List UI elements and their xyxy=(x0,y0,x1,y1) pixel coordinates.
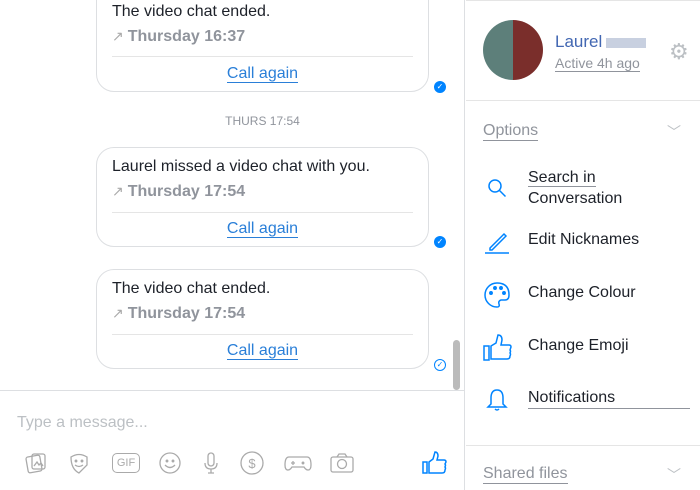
seen-check-icon: ✓ xyxy=(434,81,446,93)
message-input[interactable] xyxy=(17,414,437,432)
call-again-link[interactable]: Call again xyxy=(97,220,428,238)
gif-icon[interactable]: GIF xyxy=(111,450,141,476)
thumbs-up-icon xyxy=(482,334,512,361)
search-icon xyxy=(482,175,512,201)
seen-check-icon: ✓ xyxy=(434,236,446,248)
camera-icon[interactable] xyxy=(329,450,355,476)
message-text: The video chat ended. xyxy=(112,280,271,297)
option-search-in-conversation[interactable]: Search in Conversation xyxy=(482,167,692,209)
microphone-icon[interactable] xyxy=(198,450,224,476)
message-time: ↗ Thursday 17:54 xyxy=(112,183,246,200)
gear-icon[interactable]: ⚙ xyxy=(669,39,689,65)
call-again-link[interactable]: Call again xyxy=(97,65,428,83)
timestamp-divider: THURS 17:54 xyxy=(225,114,300,128)
message-bubble: The video chat ended. ↗ Thursday 16:37 Ca… xyxy=(96,0,429,92)
scrollbar[interactable] xyxy=(453,340,460,390)
message-text: The video chat ended. xyxy=(112,3,271,20)
option-notifications[interactable]: Notifications xyxy=(482,387,692,413)
chevron-down-icon[interactable]: ﹀ xyxy=(667,465,681,485)
message-bubble: Laurel missed a video chat with you. ↗ Th… xyxy=(96,147,429,247)
conversation-panel: The video chat ended. ↗ Thursday 16:37 Ca… xyxy=(0,0,465,490)
sent-check-icon: ✓ xyxy=(434,359,446,371)
photo-icon[interactable] xyxy=(23,450,49,476)
chevron-down-icon[interactable]: ﹀ xyxy=(667,122,681,142)
message-text: Laurel missed a video chat with you. xyxy=(112,158,370,175)
bell-icon xyxy=(482,387,512,413)
message-bubble: The video chat ended. ↗ Thursday 17:54 Ca… xyxy=(96,269,429,369)
option-change-emoji[interactable]: Change Emoji xyxy=(482,334,692,361)
pencil-icon xyxy=(482,229,512,255)
palette-icon xyxy=(482,282,512,308)
conversation-info-panel: Laurel Active 4h ago ⚙ Options ﹀ Search … xyxy=(466,0,700,490)
option-edit-nicknames[interactable]: Edit Nicknames xyxy=(482,229,692,255)
payment-icon[interactable]: $ xyxy=(239,450,265,476)
emoji-icon[interactable] xyxy=(157,450,183,476)
active-status: Active 4h ago xyxy=(555,55,640,72)
option-change-colour[interactable]: Change Colour xyxy=(482,282,692,308)
options-header[interactable]: Options xyxy=(483,122,539,141)
like-icon[interactable] xyxy=(421,450,447,476)
svg-text:$: $ xyxy=(248,456,256,471)
message-time: ↗ Thursday 16:37 xyxy=(112,28,246,45)
contact-name[interactable]: Laurel xyxy=(555,32,647,52)
call-again-link[interactable]: Call again xyxy=(97,342,428,360)
sticker-icon[interactable] xyxy=(66,450,92,476)
game-icon[interactable] xyxy=(283,450,313,476)
message-time: ↗ Thursday 17:54 xyxy=(112,305,246,322)
avatar[interactable] xyxy=(483,20,543,80)
shared-files-header[interactable]: Shared files xyxy=(483,465,568,484)
